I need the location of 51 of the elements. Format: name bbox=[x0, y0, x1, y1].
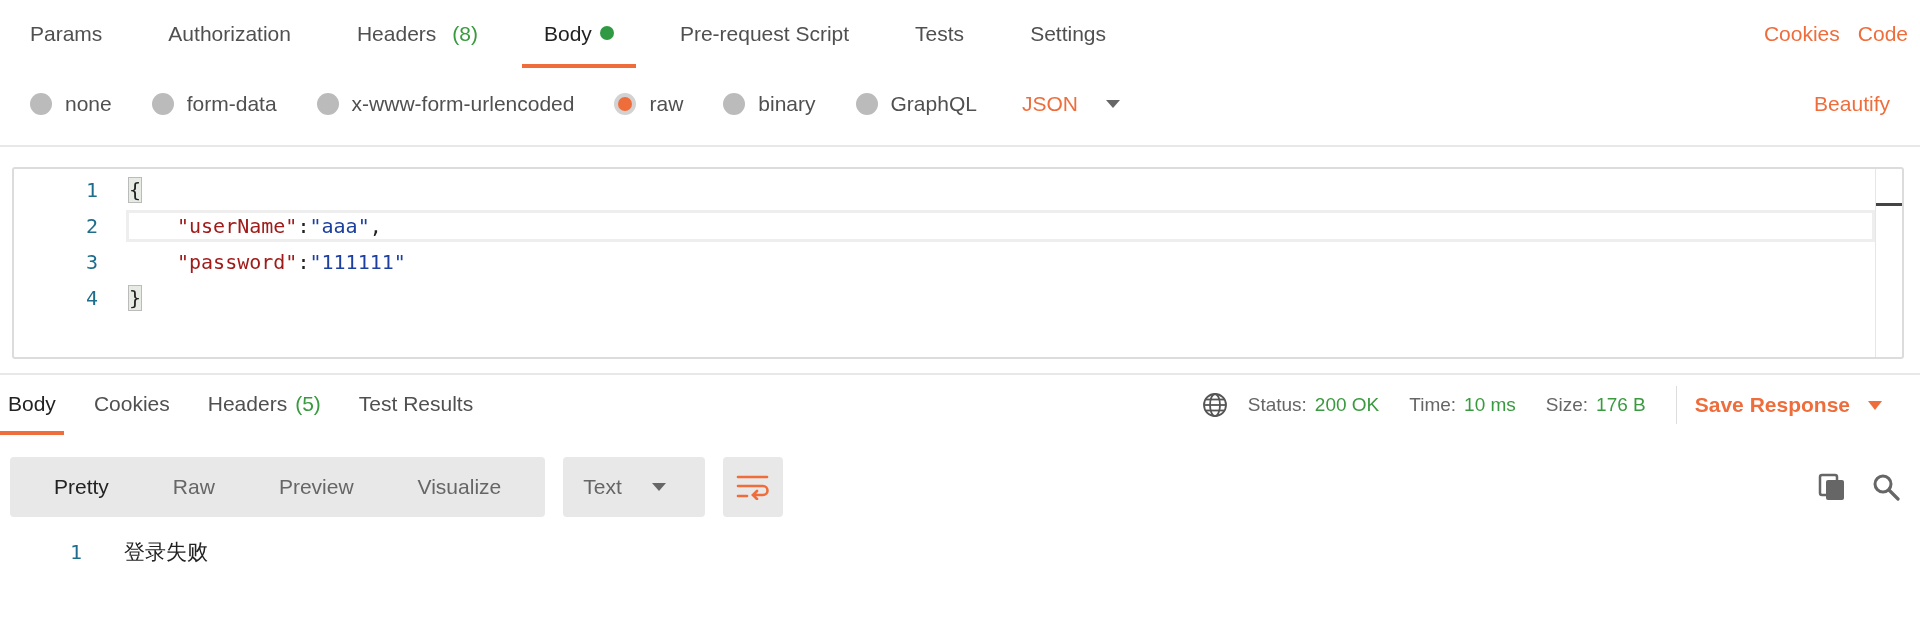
request-tab[interactable]: Pre-request Script bbox=[657, 0, 872, 68]
body-type-radio[interactable]: GraphQL bbox=[855, 92, 977, 116]
search-icon[interactable] bbox=[1872, 473, 1900, 501]
copy-icon[interactable] bbox=[1818, 473, 1846, 501]
response-text: 登录失败 bbox=[124, 539, 208, 565]
request-tab[interactable]: Authorization bbox=[146, 0, 313, 68]
body-type-radio[interactable]: form-data bbox=[151, 92, 277, 116]
response-tab[interactable]: Cookies bbox=[85, 375, 178, 435]
request-tab[interactable]: Tests bbox=[893, 0, 987, 68]
wrap-lines-button[interactable] bbox=[723, 457, 784, 517]
view-mode-tab[interactable]: Visualize bbox=[385, 457, 534, 517]
globe-icon[interactable] bbox=[1201, 392, 1228, 418]
radio-icon[interactable] bbox=[30, 93, 52, 115]
request-tab[interactable]: Body bbox=[522, 0, 636, 68]
radio-icon[interactable] bbox=[316, 93, 339, 115]
stat-label: Time: bbox=[1409, 394, 1457, 416]
format-dropdown[interactable]: Text bbox=[563, 457, 706, 517]
request-tab[interactable]: Params bbox=[8, 0, 125, 68]
line-number: 3 bbox=[84, 250, 98, 274]
line-number: 4 bbox=[84, 286, 98, 310]
radio-icon[interactable] bbox=[614, 93, 637, 115]
body-type-radio[interactable]: binary bbox=[723, 92, 816, 116]
body-type-radio[interactable]: raw bbox=[614, 92, 684, 116]
line-number: 2 bbox=[84, 214, 98, 238]
response-tab[interactable]: Test Results bbox=[350, 375, 482, 435]
request-tab[interactable]: Headers (8) bbox=[334, 0, 500, 68]
radio-icon[interactable] bbox=[855, 93, 878, 115]
stat-value: 10 ms bbox=[1464, 394, 1516, 416]
response-tab[interactable]: Body bbox=[0, 375, 64, 435]
line-number: 1 bbox=[84, 178, 98, 202]
code-line: "password":"111111" bbox=[176, 249, 407, 276]
code-editor[interactable]: 1 { 2 "userName":"aaa", 3 "password":"111111" 4 } bbox=[12, 167, 1904, 359]
view-mode-tab[interactable]: Preview bbox=[246, 457, 386, 517]
view-mode-tab[interactable]: Pretty bbox=[22, 457, 141, 517]
stat-label: Status: bbox=[1247, 394, 1307, 416]
radio-icon[interactable] bbox=[723, 93, 746, 115]
stat-value: 200 OK bbox=[1314, 394, 1380, 416]
caret-icon bbox=[651, 483, 666, 491]
wrap-lines-icon bbox=[736, 474, 771, 500]
stat-label: Size: bbox=[1545, 394, 1589, 416]
caret-icon bbox=[1868, 400, 1882, 410]
view-mode-tab[interactable]: Raw bbox=[140, 457, 247, 517]
response-tab[interactable]: Headers (5) bbox=[199, 375, 329, 435]
request-tab[interactable]: Settings bbox=[1008, 0, 1128, 68]
scrollbar[interactable] bbox=[1875, 169, 1902, 357]
stat-value: 176 B bbox=[1596, 394, 1646, 416]
body-type-radio[interactable]: x-www-form-urlencoded bbox=[316, 92, 575, 116]
line-number: 1 bbox=[68, 540, 82, 564]
body-type-radio[interactable]: none bbox=[30, 92, 112, 116]
radio-icon[interactable] bbox=[151, 93, 174, 115]
caret-icon bbox=[1105, 100, 1120, 108]
